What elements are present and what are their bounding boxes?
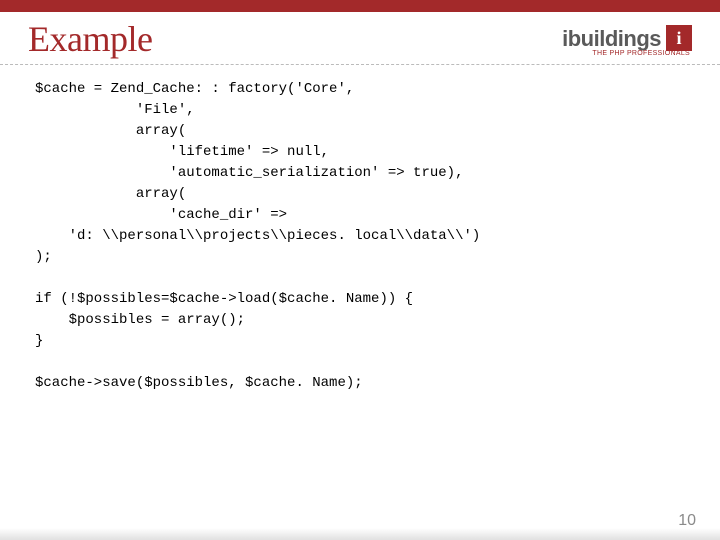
bottom-shadow (0, 528, 720, 540)
slide-title: Example (28, 18, 152, 60)
slide-header: Example ibuildings i (0, 12, 720, 65)
page-number: 10 (678, 512, 696, 530)
brand-logo-text: ibuildings (562, 26, 661, 52)
accent-top-bar (0, 0, 720, 12)
brand-logo: ibuildings i (562, 26, 692, 52)
code-block: $cache = Zend_Cache: : factory('Core', '… (35, 79, 685, 394)
brand-logo-tagline: THE PHP PROFESSIONALS (592, 50, 690, 57)
brand-logo-badge: i (666, 25, 692, 51)
slide-content: $cache = Zend_Cache: : factory('Core', '… (0, 65, 720, 404)
